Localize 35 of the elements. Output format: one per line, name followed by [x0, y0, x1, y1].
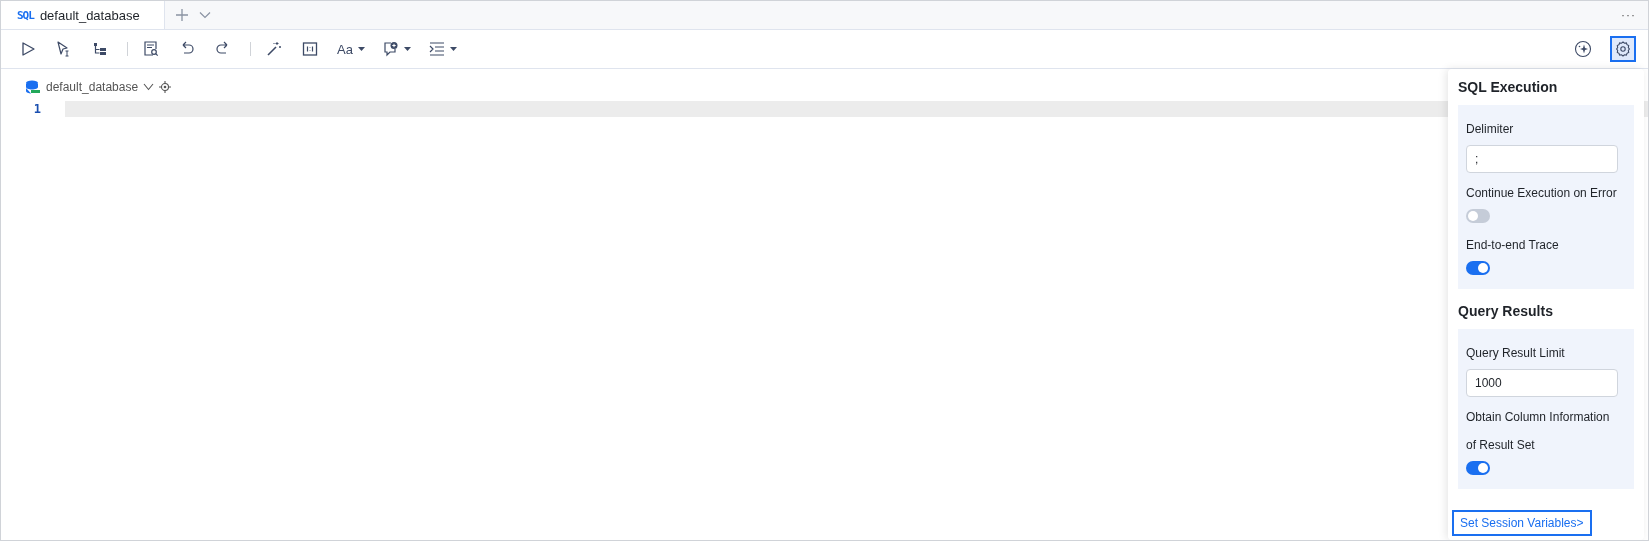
document-search-icon[interactable] — [143, 41, 159, 57]
tree-icon[interactable] — [92, 41, 108, 57]
section-title: Query Results — [1458, 303, 1554, 321]
font-size-button[interactable]: Aa — [333, 36, 369, 62]
caret-icon — [403, 46, 411, 52]
line-number: 1 — [32, 102, 42, 116]
field-label: Continue Execution on Error — [1466, 185, 1617, 202]
field-label: End-to-end Trace — [1466, 237, 1559, 254]
sparkle-icon — [1574, 40, 1592, 58]
field-label: Delimiter — [1466, 121, 1514, 138]
toggle-switch[interactable] — [1466, 461, 1490, 475]
chevron-down-icon[interactable] — [143, 83, 155, 91]
comment-plus-icon — [382, 41, 399, 57]
more-menu[interactable]: ··· — [1621, 8, 1636, 22]
toggle-switch[interactable] — [1466, 209, 1490, 223]
locate-icon[interactable] — [159, 81, 172, 93]
section-title: SQL Execution — [1458, 79, 1559, 97]
editor-tab[interactable]: SQL default_database — [1, 1, 165, 29]
caret-icon — [357, 46, 365, 52]
magic-wand-icon[interactable] — [266, 41, 282, 57]
caret-icon — [449, 46, 457, 52]
field-label: Query Result Limit — [1466, 345, 1565, 362]
settings-button[interactable] — [1610, 36, 1636, 62]
format-box-icon[interactable] — [302, 41, 318, 57]
database-selector[interactable]: default_database — [46, 80, 139, 94]
database-icon — [25, 80, 41, 94]
cursor-icon[interactable] — [56, 41, 72, 57]
play-icon[interactable] — [20, 41, 36, 57]
field-label: Obtain Column Information of Result Set — [1466, 409, 1611, 454]
indent-icon — [428, 41, 445, 57]
settings-icon — [1615, 41, 1631, 57]
input-field[interactable]: ; — [1466, 145, 1618, 173]
toggle-switch[interactable] — [1466, 261, 1490, 275]
session-variables-link[interactable]: Set Session Variables> — [1452, 510, 1592, 536]
input-field[interactable]: 1000 — [1466, 369, 1618, 397]
